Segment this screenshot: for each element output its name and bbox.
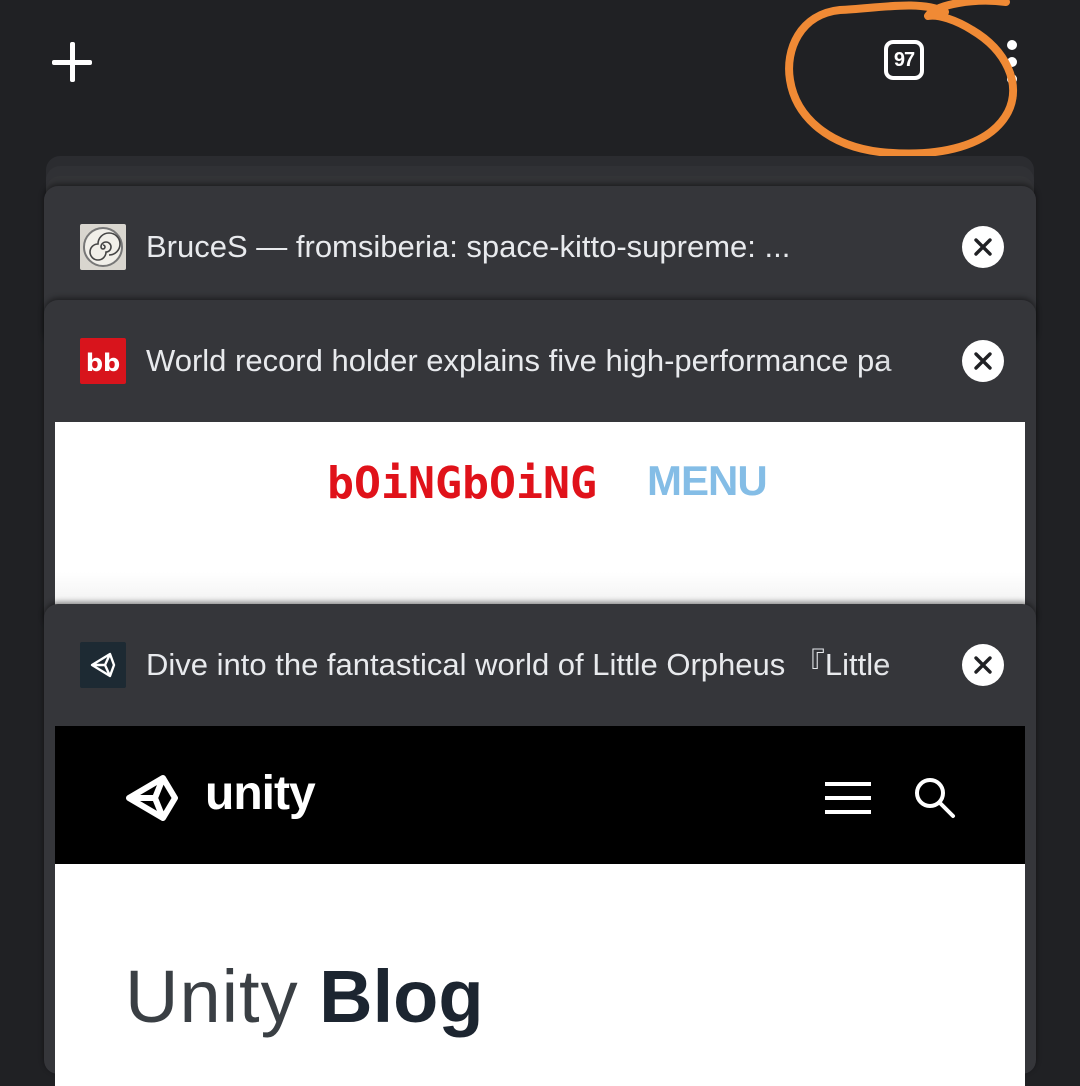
tab-card-boingboing[interactable]: bb World record holder explains five hig… bbox=[44, 300, 1036, 630]
close-icon[interactable] bbox=[962, 226, 1004, 268]
tab-title: Dive into the fantastical world of Littl… bbox=[146, 647, 891, 682]
unity-blog-body: Unity Blog bbox=[55, 864, 1025, 1086]
tab-count-label: 97 bbox=[893, 48, 915, 71]
tab-card-header: bb World record holder explains five hig… bbox=[44, 300, 1036, 410]
tab-card-header: BruceS — fromsiberia: space-kitto-suprem… bbox=[44, 186, 1036, 296]
unity-icon bbox=[80, 642, 126, 688]
hamburger-menu-icon[interactable] bbox=[825, 782, 871, 816]
tab-preview-thumbnail: bOiNGbOiNG MENU bbox=[55, 422, 1025, 622]
tab-card-unity[interactable]: Dive into the fantastical world of Littl… bbox=[44, 604, 1036, 1086]
page-title-light: Unity bbox=[125, 955, 299, 1038]
page-title-bold: Blog bbox=[319, 955, 484, 1038]
close-icon[interactable] bbox=[962, 340, 1004, 382]
search-icon[interactable] bbox=[911, 774, 957, 820]
page-title: Unity Blog bbox=[125, 954, 484, 1039]
unity-logo-icon bbox=[126, 775, 178, 821]
more-options-icon[interactable] bbox=[1000, 40, 1024, 84]
tab-switcher-toolbar: 97 bbox=[0, 0, 1080, 150]
menu-link[interactable]: MENU bbox=[647, 458, 768, 504]
tab-title: BruceS — fromsiberia: space-kitto-suprem… bbox=[146, 229, 791, 264]
tab-count-button[interactable]: 97 bbox=[884, 40, 924, 80]
new-tab-plus-icon[interactable] bbox=[48, 38, 96, 86]
tab-card-header: Dive into the fantastical world of Littl… bbox=[44, 604, 1036, 714]
svg-text:bOiNGbOiNG: bOiNGbOiNG bbox=[327, 458, 597, 504]
close-icon[interactable] bbox=[962, 644, 1004, 686]
tab-preview-thumbnail: unity Unity Blog bbox=[55, 726, 1025, 1086]
unity-header-bar: unity bbox=[55, 726, 1025, 864]
tab-title: World record holder explains five high-p… bbox=[146, 343, 892, 378]
svg-text:bb: bb bbox=[86, 349, 120, 377]
boingboing-bb-icon: bb bbox=[80, 338, 126, 384]
unity-wordmark: unity bbox=[205, 767, 316, 820]
spiral-clock-icon bbox=[80, 224, 126, 270]
boingboing-logo: bOiNGbOiNG bbox=[327, 458, 597, 504]
